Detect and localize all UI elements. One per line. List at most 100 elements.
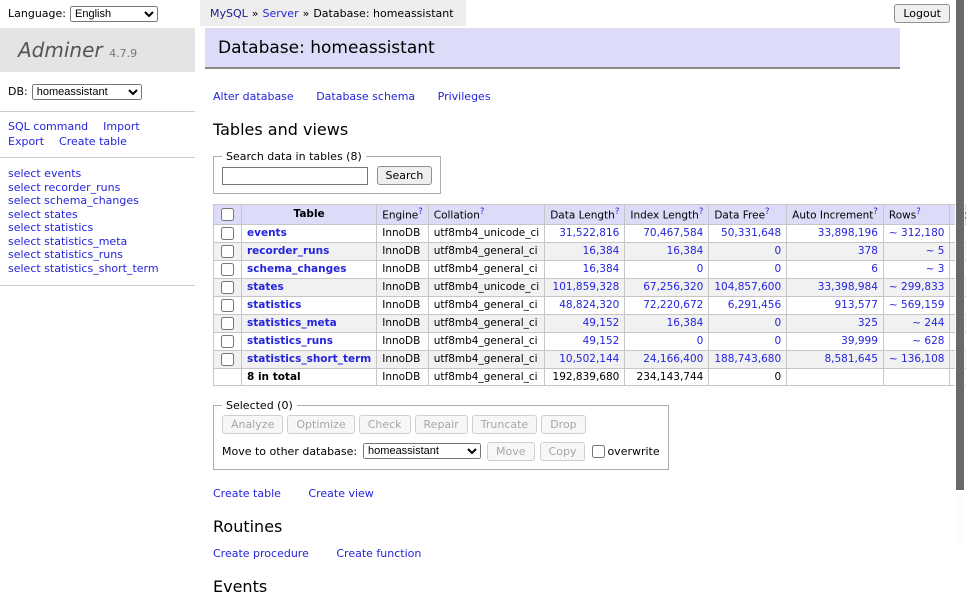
table-link-statistics[interactable]: statistics bbox=[247, 299, 301, 311]
index-length-cell[interactable]: 16,384 bbox=[625, 242, 709, 260]
sidebar-link-export[interactable]: Export bbox=[8, 135, 44, 148]
create-procedure-link[interactable]: Create procedure bbox=[213, 547, 309, 560]
database-schema-link[interactable]: Database schema bbox=[316, 90, 415, 103]
index-length-cell[interactable]: 24,166,400 bbox=[625, 350, 709, 368]
breadcrumb-item[interactable]: MySQL bbox=[210, 7, 248, 20]
move-db-select[interactable]: homeassistant bbox=[363, 443, 481, 459]
row-checkbox-recorder_runs[interactable] bbox=[221, 245, 234, 258]
alter-database-link[interactable]: Alter database bbox=[213, 90, 294, 103]
row-checkbox-events[interactable] bbox=[221, 227, 234, 240]
sidebar-link-select-statistics_meta[interactable]: select statistics_meta bbox=[8, 235, 187, 249]
search-button[interactable]: Search bbox=[377, 166, 433, 185]
move-button[interactable]: Move bbox=[487, 442, 535, 461]
rows-cell[interactable]: ~ 299,833 bbox=[883, 278, 950, 296]
data-free-cell[interactable]: 6,291,456 bbox=[709, 296, 787, 314]
create-view-link[interactable]: Create view bbox=[308, 487, 373, 500]
sidebar-link-sql-command[interactable]: SQL command bbox=[8, 120, 88, 133]
select-all-checkbox[interactable] bbox=[221, 208, 234, 221]
check-button[interactable]: Check bbox=[359, 415, 411, 434]
db-select[interactable]: homeassistant bbox=[32, 84, 142, 100]
sidebar-link-select-statistics[interactable]: select statistics bbox=[8, 221, 187, 235]
search-input[interactable] bbox=[222, 167, 368, 185]
auto-increment-cell[interactable]: 33,398,984 bbox=[787, 278, 884, 296]
auto-increment-cell[interactable]: 39,999 bbox=[787, 332, 884, 350]
data-length-cell[interactable]: 49,152 bbox=[545, 332, 625, 350]
data-free-cell[interactable]: 0 bbox=[709, 332, 787, 350]
auto-increment-cell[interactable]: 6 bbox=[787, 260, 884, 278]
data-free-cell[interactable]: 0 bbox=[709, 260, 787, 278]
data-free-cell[interactable]: 50,331,648 bbox=[709, 224, 787, 242]
rows-cell[interactable]: ~ 628 bbox=[883, 332, 950, 350]
sidebar-link-select-events[interactable]: select events bbox=[8, 167, 187, 181]
row-checkbox-statistics_meta[interactable] bbox=[221, 317, 234, 330]
drop-button[interactable]: Drop bbox=[541, 415, 585, 434]
table-link-schema_changes[interactable]: schema_changes bbox=[247, 263, 347, 275]
index-length-cell[interactable]: 16,384 bbox=[625, 314, 709, 332]
data-length-cell[interactable]: 48,824,320 bbox=[545, 296, 625, 314]
sidebar-link-select-statistics_short_term[interactable]: select statistics_short_term bbox=[8, 262, 187, 276]
data-length-cell[interactable]: 31,522,816 bbox=[545, 224, 625, 242]
row-checkbox-states[interactable] bbox=[221, 281, 234, 294]
rows-cell[interactable]: ~ 244 bbox=[883, 314, 950, 332]
index-length-cell[interactable]: 70,467,584 bbox=[625, 224, 709, 242]
sidebar-link-select-recorder_runs[interactable]: select recorder_runs bbox=[8, 181, 187, 195]
auto-increment-cell[interactable]: 8,581,645 bbox=[787, 350, 884, 368]
help-link[interactable]: ? bbox=[699, 207, 704, 217]
data-length-cell[interactable]: 16,384 bbox=[545, 260, 625, 278]
truncate-button[interactable]: Truncate bbox=[472, 415, 537, 434]
overwrite-checkbox[interactable] bbox=[592, 445, 605, 458]
auto-increment-cell[interactable]: 378 bbox=[787, 242, 884, 260]
row-checkbox-statistics[interactable] bbox=[221, 299, 234, 312]
data-length-cell[interactable]: 16,384 bbox=[545, 242, 625, 260]
table-link-states[interactable]: states bbox=[247, 281, 284, 293]
optimize-button[interactable]: Optimize bbox=[287, 415, 354, 434]
data-length-cell[interactable]: 49,152 bbox=[545, 314, 625, 332]
help-link[interactable]: ? bbox=[615, 207, 620, 217]
data-free-cell[interactable]: 188,743,680 bbox=[709, 350, 787, 368]
language-select[interactable]: English bbox=[70, 6, 158, 22]
sidebar-link-import[interactable]: Import bbox=[103, 120, 140, 133]
data-free-cell[interactable]: 0 bbox=[709, 314, 787, 332]
help-link[interactable]: ? bbox=[480, 207, 485, 217]
sidebar-link-create-table[interactable]: Create table bbox=[59, 135, 127, 148]
auto-increment-cell[interactable]: 325 bbox=[787, 314, 884, 332]
rows-cell[interactable]: ~ 3 bbox=[883, 260, 950, 278]
help-link[interactable]: ? bbox=[873, 207, 878, 217]
table-link-recorder_runs[interactable]: recorder_runs bbox=[247, 245, 329, 257]
data-free-cell[interactable]: 104,857,600 bbox=[709, 278, 787, 296]
page-scrollbar[interactable] bbox=[955, 0, 965, 543]
index-length-cell[interactable]: 0 bbox=[625, 260, 709, 278]
rows-cell[interactable]: ~ 312,180 bbox=[883, 224, 950, 242]
scrollbar-thumb[interactable] bbox=[956, 0, 964, 490]
analyze-button[interactable]: Analyze bbox=[222, 415, 283, 434]
index-length-cell[interactable]: 72,220,672 bbox=[625, 296, 709, 314]
create-function-link[interactable]: Create function bbox=[336, 547, 421, 560]
table-link-events[interactable]: events bbox=[247, 227, 287, 239]
table-link-statistics_short_term[interactable]: statistics_short_term bbox=[247, 353, 371, 365]
data-length-cell[interactable]: 101,859,328 bbox=[545, 278, 625, 296]
table-link-statistics_runs[interactable]: statistics_runs bbox=[247, 335, 333, 347]
copy-button[interactable]: Copy bbox=[540, 442, 586, 461]
row-checkbox-statistics_runs[interactable] bbox=[221, 335, 234, 348]
table-link-statistics_meta[interactable]: statistics_meta bbox=[247, 317, 337, 329]
row-checkbox-schema_changes[interactable] bbox=[221, 263, 234, 276]
row-checkbox-statistics_short_term[interactable] bbox=[221, 353, 234, 366]
breadcrumb-item[interactable]: Server bbox=[263, 7, 299, 20]
logout-button[interactable]: Logout bbox=[894, 4, 950, 23]
auto-increment-cell[interactable]: 913,577 bbox=[787, 296, 884, 314]
help-link[interactable]: ? bbox=[418, 207, 423, 217]
data-length-cell[interactable]: 10,502,144 bbox=[545, 350, 625, 368]
sidebar-link-select-schema_changes[interactable]: select schema_changes bbox=[8, 194, 187, 208]
repair-button[interactable]: Repair bbox=[415, 415, 468, 434]
sidebar-link-select-states[interactable]: select states bbox=[8, 208, 187, 222]
data-free-cell[interactable]: 0 bbox=[709, 242, 787, 260]
help-link[interactable]: ? bbox=[916, 207, 921, 217]
index-length-cell[interactable]: 67,256,320 bbox=[625, 278, 709, 296]
privileges-link[interactable]: Privileges bbox=[438, 90, 491, 103]
sidebar-link-select-statistics_runs[interactable]: select statistics_runs bbox=[8, 248, 187, 262]
rows-cell[interactable]: ~ 5 bbox=[883, 242, 950, 260]
help-link[interactable]: ? bbox=[765, 207, 770, 217]
auto-increment-cell[interactable]: 33,898,196 bbox=[787, 224, 884, 242]
create-table-link[interactable]: Create table bbox=[213, 487, 281, 500]
index-length-cell[interactable]: 0 bbox=[625, 332, 709, 350]
